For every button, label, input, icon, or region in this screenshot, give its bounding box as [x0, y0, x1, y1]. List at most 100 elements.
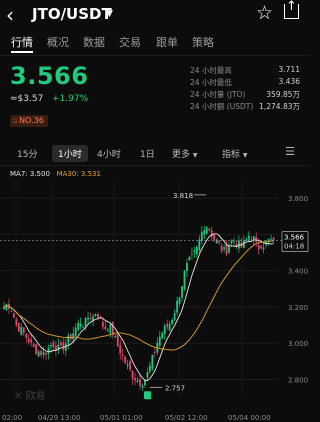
candle-body	[87, 317, 89, 320]
candle-body	[35, 344, 38, 355]
candle-body	[270, 238, 272, 240]
candle-body	[32, 344, 35, 347]
candle-body	[94, 313, 97, 316]
candle-body	[153, 352, 156, 353]
candle-body	[37, 351, 40, 357]
x-tick-label: 05/01 01:00	[100, 414, 143, 422]
candle-body	[173, 313, 176, 320]
candle-body	[129, 360, 132, 370]
candle-body	[3, 307, 5, 309]
candle-body	[195, 247, 198, 254]
divider	[0, 165, 310, 166]
star-outline-icon[interactable]: ☆	[256, 2, 273, 24]
candle-body	[17, 323, 20, 332]
ma30-line	[3, 240, 274, 351]
candle-body	[69, 333, 72, 340]
candle-body	[114, 336, 117, 337]
candle-body	[62, 342, 65, 350]
watermark: ✕ 欧易	[14, 387, 46, 402]
candle-body	[178, 297, 181, 304]
candle-body	[109, 324, 112, 333]
stat-low-label: 24 小时最低	[190, 78, 232, 87]
candle-body	[148, 365, 151, 372]
candle-body	[176, 300, 178, 313]
candle-body	[213, 234, 216, 240]
y-tick-label: 3.400	[288, 268, 308, 276]
candle-body	[198, 239, 201, 251]
candle-body	[119, 345, 122, 354]
stat-high-value: 3.711	[278, 65, 300, 74]
interval-bar: 15分 1小时 4小时 1日 更多 ▼ 指标 ▼ ☰	[0, 144, 310, 164]
interval-4h[interactable]: 4小时	[97, 147, 121, 160]
top-bar: ‹ JTO/USDT ▼ ☆ ↑	[0, 0, 310, 30]
candle-body	[52, 342, 55, 348]
low-price-label: 2.757	[165, 384, 185, 392]
candle-body	[168, 323, 171, 331]
candle-body	[230, 240, 233, 244]
candle-body	[225, 244, 228, 255]
candle-body	[50, 345, 52, 347]
tab-market[interactable]: 行情	[11, 34, 33, 50]
candle-body	[191, 253, 193, 255]
pair-title[interactable]: JTO/USDT	[32, 5, 112, 23]
rank-badge[interactable]: ♨NO.36	[10, 115, 48, 127]
interval-15m[interactable]: 15分	[17, 147, 37, 160]
candle-body	[104, 326, 107, 330]
candle-body	[260, 246, 263, 249]
candlestick-chart[interactable]: 3.8003.6003.4003.2003.0002.80002:0004/29…	[0, 176, 310, 422]
trade-marker-icon	[144, 391, 151, 400]
candle-body	[45, 352, 47, 355]
watermark-logo-icon: ✕	[14, 391, 23, 402]
candle-body	[74, 327, 77, 336]
countdown-value: 04:18	[284, 243, 304, 251]
fiat-price: ≈$3.57	[10, 94, 44, 104]
candle-body	[205, 227, 208, 234]
candle-body	[272, 237, 275, 241]
candle-body	[158, 336, 161, 346]
candle-body	[252, 236, 255, 240]
interval-1d[interactable]: 1日	[140, 147, 155, 160]
x-tick-label: 05/02 12:00	[165, 414, 208, 422]
indicators-button[interactable]: 指标 ▼	[222, 147, 248, 160]
candle-body	[144, 379, 146, 386]
candle-body	[124, 356, 127, 364]
back-icon[interactable]: ‹	[6, 3, 14, 27]
candle-body	[126, 364, 129, 366]
candle-body	[42, 352, 45, 355]
candle-body	[30, 339, 33, 343]
candle-body	[255, 236, 258, 243]
stat-turnover-label: 24 小时额 (USDT)	[190, 102, 254, 111]
y-tick-label: 3.000	[288, 340, 308, 348]
candle-body	[188, 256, 191, 261]
caret-down-icon[interactable]: ▼	[106, 9, 113, 19]
interval-1h[interactable]: 1小时	[52, 145, 88, 162]
candle-body	[79, 323, 82, 327]
candle-body	[183, 270, 186, 290]
candle-body	[25, 333, 28, 338]
active-tab-indicator	[11, 51, 33, 53]
candle-body	[262, 247, 265, 250]
candle-body	[220, 245, 223, 252]
candle-body	[181, 286, 183, 298]
last-price: 3.566	[10, 62, 89, 90]
tab-overview[interactable]: 概况	[47, 34, 69, 50]
tab-copy-trading[interactable]: 跟单	[156, 34, 178, 50]
tab-data[interactable]: 数据	[83, 34, 105, 50]
candle-body	[139, 379, 141, 387]
candle-body	[218, 240, 221, 243]
candle-body	[67, 335, 70, 344]
stat-low-value: 3.436	[278, 77, 300, 86]
candle-body	[134, 378, 136, 381]
y-tick-label: 3.200	[288, 304, 308, 312]
candle-body	[223, 247, 225, 250]
candle-body	[257, 245, 260, 250]
tab-strategy[interactable]: 策略	[192, 34, 214, 50]
share-arrow-icon: ↑	[286, 0, 297, 14]
more-intervals-button[interactable]: 更多 ▼	[172, 147, 198, 160]
candle-body	[102, 321, 104, 328]
tab-trade[interactable]: 交易	[119, 34, 141, 50]
x-tick-label: 02:00	[2, 414, 22, 422]
chart-settings-icon[interactable]: ☰	[285, 145, 295, 158]
candle-body	[136, 380, 139, 383]
stat-turnover-value: 1,274.83万	[259, 102, 300, 111]
